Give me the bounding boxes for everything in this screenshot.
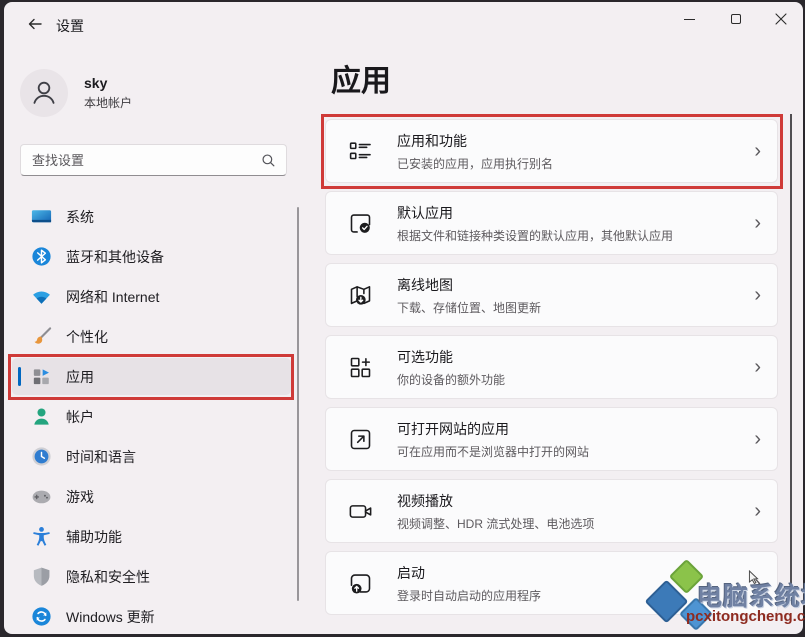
sidebar-item-windows-update[interactable]: Windows 更新 — [12, 598, 291, 634]
user-profile[interactable]: sky 本地帐户 — [20, 64, 290, 122]
startup-icon — [347, 570, 374, 597]
close-icon — [775, 13, 787, 25]
card-title: 可选功能 — [397, 348, 453, 365]
chevron-right-icon: › — [754, 428, 761, 450]
settings-card-default-apps[interactable]: 默认应用 根据文件和链接种类设置的默认应用，其他默认应用 › — [325, 191, 778, 255]
network-icon — [30, 285, 53, 308]
accounts-icon — [30, 405, 53, 428]
sidebar-item-label: 隐私和安全性 — [66, 568, 150, 585]
windows-update-icon — [30, 605, 53, 628]
time-language-icon — [30, 445, 53, 468]
sidebar-item-label: 时间和语言 — [66, 448, 136, 465]
sidebar-item-time-language[interactable]: 时间和语言 — [12, 438, 291, 475]
main-scrollbar[interactable] — [790, 114, 792, 601]
back-arrow-icon — [28, 18, 42, 30]
personalization-icon — [30, 325, 53, 348]
maximize-icon — [731, 14, 741, 24]
maximize-button[interactable] — [717, 4, 755, 34]
system-icon — [30, 205, 53, 228]
sidebar-item-privacy[interactable]: 隐私和安全性 — [12, 558, 291, 595]
default-apps-icon — [347, 210, 374, 237]
offline-maps-icon — [347, 282, 374, 309]
selected-indicator — [18, 367, 21, 386]
bluetooth-icon — [30, 245, 53, 268]
card-title: 可打开网站的应用 — [397, 420, 509, 437]
card-subtitle: 你的设备的额外功能 — [397, 372, 506, 387]
page-title: 应用 — [331, 65, 391, 98]
settings-card-apps-features[interactable]: 应用和功能 已安装的应用，应用执行别名 › — [325, 119, 778, 183]
back-button[interactable] — [20, 10, 50, 38]
settings-card-video-playback[interactable]: 视频播放 视频调整、HDR 流式处理、电池选项 › — [325, 479, 778, 543]
sidebar-item-label: Windows 更新 — [66, 608, 155, 625]
card-subtitle: 登录时自动启动的应用程序 — [397, 588, 542, 603]
sidebar-item-personalization[interactable]: 个性化 — [12, 318, 291, 355]
settings-window: 设置 sky 本地帐户 系统 蓝牙和其他设备 网络和 Internet 个性化 — [4, 2, 803, 634]
card-subtitle: 下载、存储位置、地图更新 — [397, 300, 542, 315]
card-subtitle: 视频调整、HDR 流式处理、电池选项 — [397, 516, 595, 531]
search-icon — [261, 153, 276, 168]
profile-name: sky — [84, 75, 108, 91]
sidebar-item-gaming[interactable]: 游戏 — [12, 478, 291, 515]
apps-features-icon — [347, 138, 374, 165]
card-subtitle: 可在应用而不是浏览器中打开的网站 — [397, 444, 590, 459]
card-title: 视频播放 — [397, 492, 453, 509]
card-title: 启动 — [397, 564, 425, 581]
sidebar-item-label: 蓝牙和其他设备 — [66, 248, 164, 265]
chevron-right-icon: › — [754, 356, 761, 378]
card-title: 应用和功能 — [397, 132, 467, 149]
settings-card-apps-for-websites[interactable]: 可打开网站的应用 可在应用而不是浏览器中打开的网站 › — [325, 407, 778, 471]
sidebar-item-accounts[interactable]: 帐户 — [12, 398, 291, 435]
profile-account-type: 本地帐户 — [84, 96, 133, 110]
mouse-cursor — [748, 570, 759, 585]
sidebar-item-label: 个性化 — [66, 328, 108, 345]
person-icon — [33, 81, 55, 104]
search-input[interactable] — [21, 152, 261, 168]
sidebar-item-system[interactable]: 系统 — [12, 198, 291, 235]
sidebar-item-accessibility[interactable]: 辅助功能 — [12, 518, 291, 555]
search-box[interactable] — [20, 144, 287, 176]
avatar — [20, 69, 68, 117]
card-title: 默认应用 — [397, 204, 453, 221]
sidebar-item-label: 应用 — [66, 368, 94, 385]
video-playback-icon — [347, 498, 374, 525]
chevron-right-icon: › — [754, 284, 761, 306]
card-title: 离线地图 — [397, 276, 453, 293]
chevron-right-icon: › — [754, 500, 761, 522]
minimize-button[interactable] — [670, 4, 708, 34]
apps-icon — [30, 365, 53, 388]
chevron-right-icon: › — [754, 212, 761, 234]
sidebar-item-label: 系统 — [66, 208, 94, 225]
settings-card-optional-features[interactable]: 可选功能 你的设备的额外功能 › — [325, 335, 778, 399]
minimize-icon — [683, 18, 695, 20]
sidebar-item-label: 帐户 — [66, 408, 94, 425]
card-subtitle: 根据文件和链接种类设置的默认应用，其他默认应用 — [397, 228, 674, 243]
card-subtitle: 已安装的应用，应用执行别名 — [397, 156, 554, 171]
sidebar-item-label: 游戏 — [66, 488, 94, 505]
gaming-icon — [30, 485, 53, 508]
sidebar-scrollbar[interactable] — [297, 207, 299, 601]
sidebar-item-label: 辅助功能 — [66, 528, 122, 545]
close-button[interactable] — [762, 4, 800, 34]
sidebar-item-label: 网络和 Internet — [66, 288, 160, 305]
accessibility-icon — [30, 525, 53, 548]
sidebar-item-bluetooth[interactable]: 蓝牙和其他设备 — [12, 238, 291, 275]
settings-card-offline-maps[interactable]: 离线地图 下载、存储位置、地图更新 › — [325, 263, 778, 327]
chevron-right-icon: › — [754, 140, 761, 162]
apps-for-websites-icon — [347, 426, 374, 453]
app-title: 设置 — [56, 18, 84, 34]
sidebar-item-network[interactable]: 网络和 Internet — [12, 278, 291, 315]
optional-features-icon — [347, 354, 374, 381]
sidebar-item-apps[interactable]: 应用 — [12, 358, 291, 395]
privacy-icon — [30, 565, 53, 588]
settings-card-startup[interactable]: 启动 登录时自动启动的应用程序 › — [325, 551, 778, 615]
